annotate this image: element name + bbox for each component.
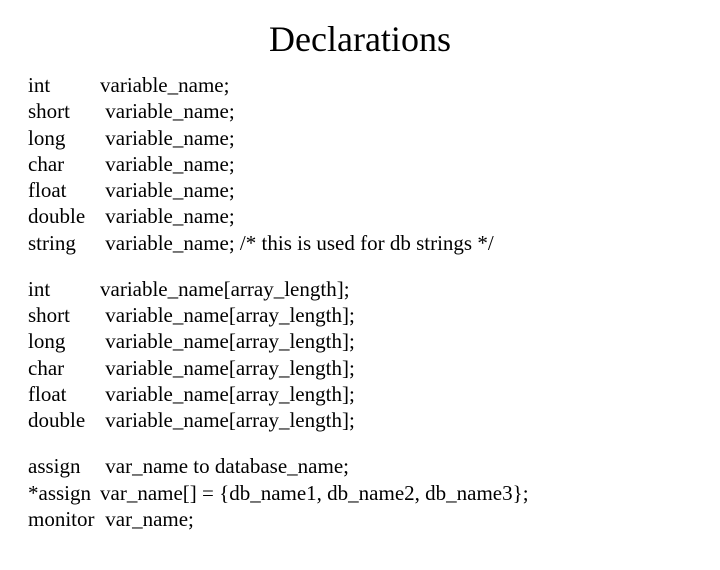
declarations-array-block: int variable_name[array_length]; short v…	[28, 276, 692, 434]
decl-row: float variable_name[array_length];	[28, 381, 692, 407]
directive-keyword: monitor	[28, 506, 100, 532]
decl-rest: variable_name;	[100, 72, 229, 98]
page-title: Declarations	[28, 18, 692, 60]
type-keyword: double	[28, 203, 100, 229]
decl-rest: variable_name[array_length];	[100, 407, 355, 433]
decl-row: int variable_name[array_length];	[28, 276, 692, 302]
slide: Declarations int variable_name; short va…	[0, 0, 720, 570]
decl-row: string variable_name; /* this is used fo…	[28, 230, 692, 256]
decl-row: short variable_name[array_length];	[28, 302, 692, 328]
type-keyword: char	[28, 355, 100, 381]
type-keyword: short	[28, 98, 100, 124]
type-keyword: short	[28, 302, 100, 328]
type-keyword: long	[28, 125, 100, 151]
decl-row: *assign var_name[] = {db_name1, db_name2…	[28, 480, 692, 506]
type-keyword: char	[28, 151, 100, 177]
decl-rest: variable_name;	[100, 125, 235, 151]
decl-rest: variable_name[array_length];	[100, 276, 350, 302]
directive-keyword: assign	[28, 453, 100, 479]
decl-row: long variable_name[array_length];	[28, 328, 692, 354]
decl-row: monitor var_name;	[28, 506, 692, 532]
decl-rest: var_name[] = {db_name1, db_name2, db_nam…	[100, 480, 529, 506]
type-keyword: double	[28, 407, 100, 433]
decl-row: char variable_name[array_length];	[28, 355, 692, 381]
decl-rest: variable_name[array_length];	[100, 355, 355, 381]
declarations-scalar-block: int variable_name; short variable_name; …	[28, 72, 692, 256]
type-keyword: string	[28, 230, 100, 256]
directive-keyword: *assign	[28, 480, 100, 506]
decl-rest: variable_name;	[100, 151, 235, 177]
decl-rest: variable_name;	[100, 203, 235, 229]
decl-row: int variable_name;	[28, 72, 692, 98]
decl-row: assign var_name to database_name;	[28, 453, 692, 479]
decl-row: float variable_name;	[28, 177, 692, 203]
decl-rest: variable_name[array_length];	[100, 328, 355, 354]
type-keyword: float	[28, 381, 100, 407]
type-keyword: long	[28, 328, 100, 354]
decl-rest: variable_name[array_length];	[100, 381, 355, 407]
decl-row: double variable_name[array_length];	[28, 407, 692, 433]
type-keyword: int	[28, 72, 100, 98]
decl-rest: var_name to database_name;	[100, 453, 349, 479]
decl-row: double variable_name;	[28, 203, 692, 229]
decl-row: char variable_name;	[28, 151, 692, 177]
type-keyword: int	[28, 276, 100, 302]
decl-rest: variable_name;	[100, 98, 235, 124]
decl-rest: variable_name;	[100, 177, 235, 203]
decl-row: long variable_name;	[28, 125, 692, 151]
type-keyword: float	[28, 177, 100, 203]
decl-rest: variable_name; /* this is used for db st…	[100, 230, 494, 256]
decl-rest: var_name;	[100, 506, 194, 532]
assign-monitor-block: assign var_name to database_name; *assig…	[28, 453, 692, 532]
decl-row: short variable_name;	[28, 98, 692, 124]
decl-rest: variable_name[array_length];	[100, 302, 355, 328]
